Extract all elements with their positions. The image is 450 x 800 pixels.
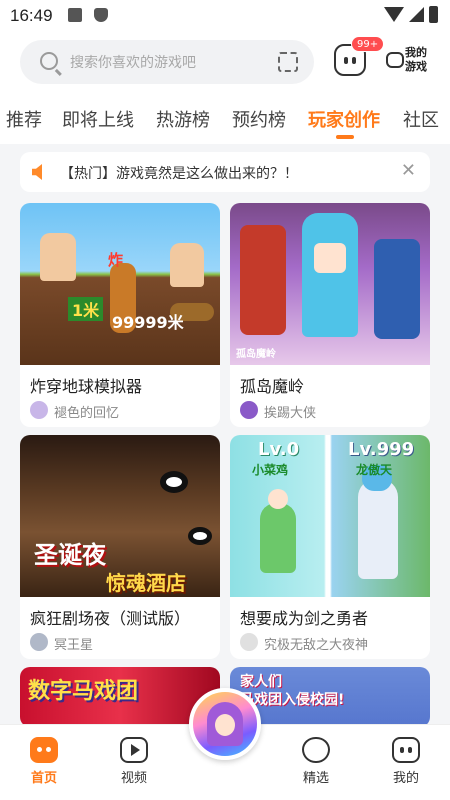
nav-featured[interactable]: 精选 bbox=[286, 731, 346, 786]
art-label: 1米 bbox=[68, 297, 104, 321]
character-face bbox=[215, 714, 235, 736]
search-icon bbox=[40, 52, 58, 70]
game-title: 想要成为剑之勇者 bbox=[240, 609, 369, 628]
header: 搜索你喜欢的游戏吧 99+ 我的游戏 bbox=[0, 32, 450, 94]
art-label: 龙傲天 bbox=[356, 463, 393, 477]
game-card[interactable]: 孤岛魔岭 孤岛魔岭 挨踢大侠 bbox=[230, 203, 430, 427]
tab-hot-games[interactable]: 热游榜 bbox=[156, 106, 210, 132]
notification-a-icon bbox=[68, 8, 82, 22]
nav-home[interactable]: 首页 bbox=[14, 731, 74, 786]
game-card[interactable]: 炸 1米 99999米 炸穿地球模拟器 褪色的回忆 bbox=[20, 203, 220, 427]
nav-label: 视频 bbox=[120, 771, 147, 786]
art-label: Lv.999 bbox=[348, 439, 415, 460]
game-cover-image: 炸 1米 99999米 bbox=[20, 203, 220, 365]
author-avatar bbox=[240, 633, 258, 651]
status-time: 16:49 bbox=[10, 6, 53, 25]
category-tabs: 推荐 即将上线 热游榜 预约榜 玩家创作 社区 bbox=[0, 94, 450, 144]
my-games-button[interactable]: 我的游戏 bbox=[386, 46, 434, 78]
status-bar: 16:49 bbox=[0, 0, 450, 32]
game-card[interactable]: 圣诞夜 惊魂酒店 疯狂剧场夜（测试版） 冥王星 bbox=[20, 435, 220, 659]
notice-banner[interactable]: 【热门】游戏竟然是这么做出来的？！ ✕ bbox=[20, 152, 430, 192]
gamepad-icon bbox=[386, 52, 404, 68]
tab-community[interactable]: 社区 bbox=[403, 106, 439, 132]
game-title: 炸穿地球模拟器 bbox=[30, 377, 143, 396]
gamepad-icon bbox=[30, 737, 58, 763]
art-label: 孤岛魔岭 bbox=[236, 349, 276, 360]
wifi-icon bbox=[384, 7, 404, 22]
game-cover-image: 孤岛魔岭 bbox=[230, 203, 430, 365]
game-cover-image: Lv.0 小菜鸡 Lv.999 龙傲天 bbox=[230, 435, 430, 597]
notice-text: 【热门】游戏竟然是这么做出来的？！ bbox=[60, 166, 298, 182]
author-avatar bbox=[30, 401, 48, 419]
art-label: 99999米 bbox=[112, 313, 184, 332]
art-label: 数字马戏团 bbox=[28, 679, 139, 704]
nav-label: 精选 bbox=[302, 771, 329, 786]
profile-icon bbox=[392, 737, 420, 763]
author-avatar bbox=[30, 633, 48, 651]
tab-indicator bbox=[336, 135, 354, 139]
scan-icon[interactable] bbox=[278, 52, 298, 72]
battery-icon bbox=[429, 6, 438, 23]
search-placeholder: 搜索你喜欢的游戏吧 bbox=[70, 55, 196, 71]
megaphone-icon bbox=[32, 164, 42, 180]
my-games-label: 我的游戏 bbox=[405, 46, 427, 73]
tab-player-creations[interactable]: 玩家创作 bbox=[308, 106, 380, 132]
art-label: 小菜鸡 bbox=[252, 463, 289, 477]
close-icon[interactable]: ✕ bbox=[401, 162, 416, 180]
nav-label: 我的 bbox=[392, 771, 419, 786]
art-label: 炸 bbox=[108, 251, 124, 269]
nav-video[interactable]: 视频 bbox=[104, 731, 164, 786]
signal-icon bbox=[409, 7, 424, 22]
art-label: 圣诞夜 bbox=[34, 541, 106, 569]
game-title: 疯狂剧场夜（测试版） bbox=[30, 609, 191, 628]
play-icon bbox=[120, 737, 148, 763]
message-badge: 99+ bbox=[351, 36, 385, 52]
game-card[interactable]: Lv.0 小菜鸡 Lv.999 龙傲天 想要成为剑之勇者 究极无敌之大夜神 bbox=[230, 435, 430, 659]
center-featured-button[interactable] bbox=[189, 688, 261, 760]
author-name: 究极无敌之大夜神 bbox=[264, 638, 369, 653]
art-label: Lv.0 bbox=[258, 439, 300, 460]
author-name: 挨踢大侠 bbox=[264, 406, 317, 421]
art-label: 家人们 bbox=[240, 674, 282, 690]
heart-icon bbox=[302, 737, 330, 763]
tab-reservation[interactable]: 预约榜 bbox=[232, 106, 286, 132]
art-label: 惊魂酒店 bbox=[106, 571, 186, 595]
author-avatar bbox=[240, 401, 258, 419]
game-cover-image: 圣诞夜 惊魂酒店 bbox=[20, 435, 220, 597]
tab-upcoming[interactable]: 即将上线 bbox=[62, 106, 134, 132]
nav-label: 首页 bbox=[30, 771, 57, 786]
nav-profile[interactable]: 我的 bbox=[376, 731, 436, 786]
author-name: 褪色的回忆 bbox=[54, 406, 120, 421]
shield-icon bbox=[94, 8, 108, 22]
game-title: 孤岛魔岭 bbox=[240, 377, 305, 396]
search-bar[interactable]: 搜索你喜欢的游戏吧 bbox=[20, 40, 314, 84]
tab-recommend[interactable]: 推荐 bbox=[6, 106, 42, 132]
author-name: 冥王星 bbox=[54, 638, 94, 653]
